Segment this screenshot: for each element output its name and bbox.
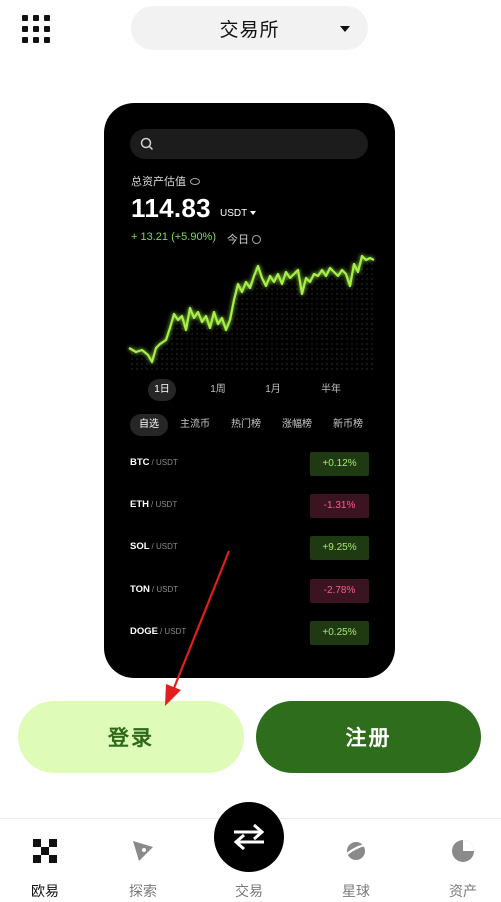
range-1m: 1月 xyxy=(265,384,281,395)
asset-valuation-label: 总资产估值 xyxy=(131,173,200,189)
tab-label: 欧易 xyxy=(31,883,59,899)
menu-grid-icon[interactable] xyxy=(22,15,50,43)
search-icon xyxy=(140,137,154,151)
planet-icon xyxy=(344,842,368,860)
eye-icon xyxy=(190,178,200,185)
preview-search-bar xyxy=(130,129,368,159)
register-button[interactable]: 注册 xyxy=(256,701,481,773)
login-button[interactable]: 登录 xyxy=(18,701,244,773)
tab-assets[interactable]: 资产 xyxy=(418,819,501,902)
info-icon xyxy=(252,235,261,244)
market-row: BTC / USDT +0.12% xyxy=(104,452,395,476)
pair-base: ETH xyxy=(130,499,149,510)
pair-quote: / USDT xyxy=(151,500,178,509)
tab-okx-home[interactable]: 欧易 xyxy=(0,819,90,902)
trade-button[interactable] xyxy=(214,802,284,872)
period-label: 今日 xyxy=(227,231,261,247)
app-preview-phone: 总资产估值 114.83 USDT + 13.21 (+5.90%) 今日 1日… xyxy=(104,103,395,678)
pie-chart-icon xyxy=(452,840,474,862)
pair-base: BTC xyxy=(130,457,150,468)
pair-quote: / USDT xyxy=(151,585,179,594)
pair-quote: / USDT xyxy=(151,458,178,467)
tab-planet[interactable]: 星球 xyxy=(311,819,401,902)
range-6m: 半年 xyxy=(321,384,341,395)
balance-change: + 13.21 (+5.90%) xyxy=(131,231,217,243)
tab-explore[interactable]: 探索 xyxy=(98,819,188,902)
change-badge: -2.78% xyxy=(310,579,369,603)
pair-base: DOGE xyxy=(130,626,158,637)
market-row: SOL / USDT +9.25% xyxy=(104,536,395,560)
pair-base: TON xyxy=(130,584,150,595)
change-badge: +9.25% xyxy=(310,536,369,560)
swap-arrows-icon xyxy=(233,824,265,850)
range-1d: 1日 xyxy=(148,379,176,401)
market-row: ETH / USDT -1.31% xyxy=(104,494,395,518)
balance-line-chart xyxy=(128,254,375,373)
okx-logo-icon xyxy=(33,839,57,863)
market-row: TON / USDT -2.78% xyxy=(104,579,395,603)
tab-gainers: 涨幅榜 xyxy=(282,419,312,430)
market-row: DOGE / USDT +0.25% xyxy=(104,621,395,645)
balance-unit: USDT xyxy=(220,208,256,219)
compass-icon xyxy=(133,841,153,861)
range-1w: 1周 xyxy=(210,384,226,395)
pair-quote: / USDT xyxy=(159,627,187,636)
balance-value: 114.83 xyxy=(131,193,211,223)
change-badge: -1.31% xyxy=(310,494,369,518)
tab-label: 探索 xyxy=(129,883,157,899)
change-badge: +0.12% xyxy=(310,452,369,476)
tab-watchlist: 自选 xyxy=(130,414,168,436)
time-range-selector: 1日 1周 1月 半年 xyxy=(104,379,395,401)
mode-selector[interactable]: 交易所 xyxy=(131,6,368,50)
tab-label: 星球 xyxy=(342,883,370,899)
pair-quote: / USDT xyxy=(151,542,178,551)
tab-new-coins: 新币榜 xyxy=(333,419,363,430)
top-bar: 交易所 xyxy=(0,0,501,60)
change-badge: +0.25% xyxy=(310,621,369,645)
tab-hot: 热门榜 xyxy=(231,419,261,430)
tab-label: 资产 xyxy=(449,883,477,899)
caret-down-icon xyxy=(340,26,350,32)
market-tabs: 自选 主流币 热门榜 涨幅榜 新币榜 xyxy=(104,414,395,436)
pair-base: SOL xyxy=(130,541,150,552)
mode-label: 交易所 xyxy=(219,19,280,41)
tab-label: 交易 xyxy=(235,883,263,899)
tab-major-coins: 主流币 xyxy=(180,419,210,430)
